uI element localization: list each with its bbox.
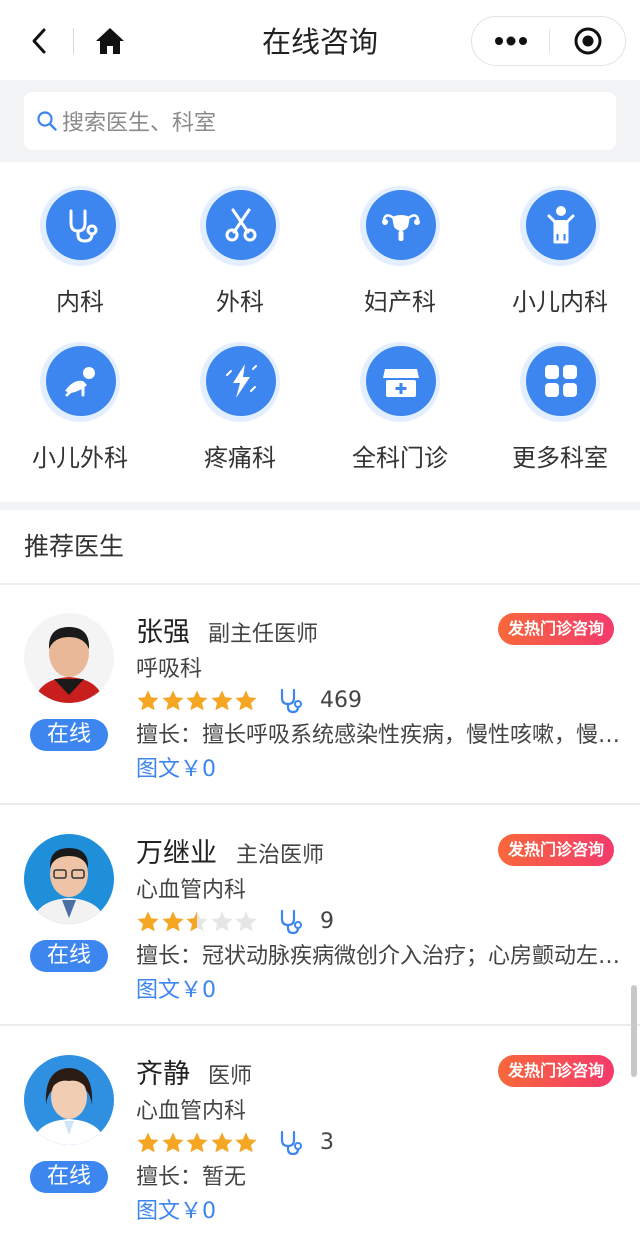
clinic-icon [383, 369, 419, 397]
department-label: 更多科室 [512, 444, 608, 472]
uterus-icon [382, 214, 420, 241]
doctor-title: 医师 [208, 1064, 253, 1089]
doctor-name: 齐静 [136, 1059, 190, 1090]
doctor-card[interactable]: 在线 齐静 医师 心血管内科 发热门诊咨询 3 擅长：暂无 图文￥0 [0, 1027, 640, 1246]
department-label: 内科 [56, 288, 104, 316]
more-dots-icon [494, 36, 527, 46]
star-icon [137, 911, 159, 932]
star-icon [162, 1132, 184, 1153]
department-label: 妇产科 [364, 288, 436, 316]
section-divider [0, 502, 640, 510]
child-icon [547, 206, 575, 244]
navigation-bar: 在线咨询 [0, 0, 640, 80]
stethoscope-icon [280, 1130, 302, 1156]
star-icon [235, 911, 257, 932]
star-icon [162, 690, 184, 711]
search-placeholder: 搜索医生、科室 [62, 111, 217, 136]
star-icon [235, 690, 257, 711]
search-area: 搜索医生、科室 [0, 80, 640, 162]
home-button[interactable] [92, 22, 128, 60]
doctor-department: 心血管内科 [136, 878, 247, 903]
star-icon [235, 1132, 257, 1153]
rating-stars [136, 689, 259, 715]
online-status-badge: 在线 [30, 1161, 108, 1193]
lightning-icon [226, 364, 257, 398]
doctor-specialty: 擅长：擅长呼吸系统感染性疾病，慢性咳嗽，慢… [136, 723, 621, 748]
more-button[interactable] [472, 17, 549, 65]
star-icon [211, 911, 233, 932]
stethoscope-icon [280, 909, 302, 935]
consult-price: 图文￥0 [136, 757, 216, 782]
star-icon [137, 690, 159, 711]
row-divider [0, 803, 640, 805]
department-obstetrics[interactable]: 妇产科 [320, 162, 480, 316]
department-grid: 内科 外科 妇产科 小儿内科 小儿外科 疼痛科 全科门诊 更多科室 [0, 162, 640, 502]
doctor-card[interactable]: 在线 张强 副主任医师 呼吸科 发热门诊咨询 469 擅长：擅长呼吸系统感染性疾… [0, 585, 640, 805]
search-input[interactable]: 搜索医生、科室 [24, 92, 616, 150]
chevron-left-icon [32, 28, 46, 54]
back-button[interactable] [22, 22, 56, 60]
department-pediatrics[interactable]: 小儿内科 [480, 162, 640, 316]
fever-clinic-badge[interactable]: 发热门诊咨询 [498, 613, 614, 645]
department-pain[interactable]: 疼痛科 [160, 318, 320, 472]
fever-clinic-badge[interactable]: 发热门诊咨询 [498, 834, 614, 866]
rating-stars [136, 1131, 259, 1157]
online-status-badge: 在线 [30, 940, 108, 972]
consult-count: 469 [320, 688, 362, 713]
star-icon [162, 911, 184, 932]
department-label: 外科 [216, 288, 264, 316]
capsule-menu [471, 16, 626, 66]
star-icon [137, 1132, 159, 1153]
department-label: 全科门诊 [352, 444, 448, 472]
doctor-title: 副主任医师 [208, 622, 319, 647]
doctor-specialty: 擅长：暂无 [136, 1165, 247, 1190]
department-label: 小儿外科 [32, 444, 128, 472]
star-icon [211, 690, 233, 711]
avatar [24, 834, 114, 924]
consult-price: 图文￥0 [136, 1199, 216, 1224]
department-general-clinic[interactable]: 全科门诊 [320, 318, 480, 472]
target-icon [574, 27, 602, 55]
scissors-icon [225, 208, 257, 242]
stethoscope-icon [69, 209, 98, 243]
online-status-badge: 在线 [30, 719, 108, 751]
stethoscope-icon [280, 688, 302, 714]
department-surgery[interactable]: 外科 [160, 162, 320, 316]
doctor-department: 呼吸科 [136, 657, 203, 682]
section-title: 推荐医生 [24, 532, 125, 561]
home-icon [96, 28, 124, 54]
department-more[interactable]: 更多科室 [480, 318, 640, 472]
doctor-title: 主治医师 [236, 843, 325, 868]
crawling-baby-icon [65, 367, 95, 397]
grid-icon [545, 365, 577, 397]
doctor-card[interactable]: 在线 万继业 主治医师 心血管内科 发热门诊咨询 9 擅长：冠状动脉疾病微创介入… [0, 806, 640, 1026]
department-label: 小儿内科 [512, 288, 608, 316]
doctor-name: 万继业 [136, 838, 217, 869]
close-button[interactable] [550, 17, 626, 65]
doctor-department: 心血管内科 [136, 1099, 247, 1124]
star-icon [186, 911, 208, 932]
star-icon [186, 1132, 208, 1153]
department-pediatric-surgery[interactable]: 小儿外科 [0, 318, 160, 472]
department-label: 疼痛科 [204, 444, 276, 472]
consult-count: 3 [320, 1130, 334, 1155]
star-icon [211, 1132, 233, 1153]
fever-clinic-badge[interactable]: 发热门诊咨询 [498, 1055, 614, 1087]
consult-price: 图文￥0 [136, 978, 216, 1003]
nav-divider [73, 28, 74, 54]
avatar [24, 613, 114, 703]
search-icon [34, 108, 60, 134]
doctor-specialty: 擅长：冠状动脉疾病微创介入治疗；心房颤动左… [136, 944, 621, 969]
scrollbar[interactable] [631, 985, 637, 1077]
department-internal-medicine[interactable]: 内科 [0, 162, 160, 316]
consult-count: 9 [320, 909, 334, 934]
row-divider [0, 1024, 640, 1026]
doctor-name: 张强 [136, 617, 190, 648]
rating-stars [136, 910, 259, 936]
avatar [24, 1055, 114, 1145]
star-icon [186, 690, 208, 711]
